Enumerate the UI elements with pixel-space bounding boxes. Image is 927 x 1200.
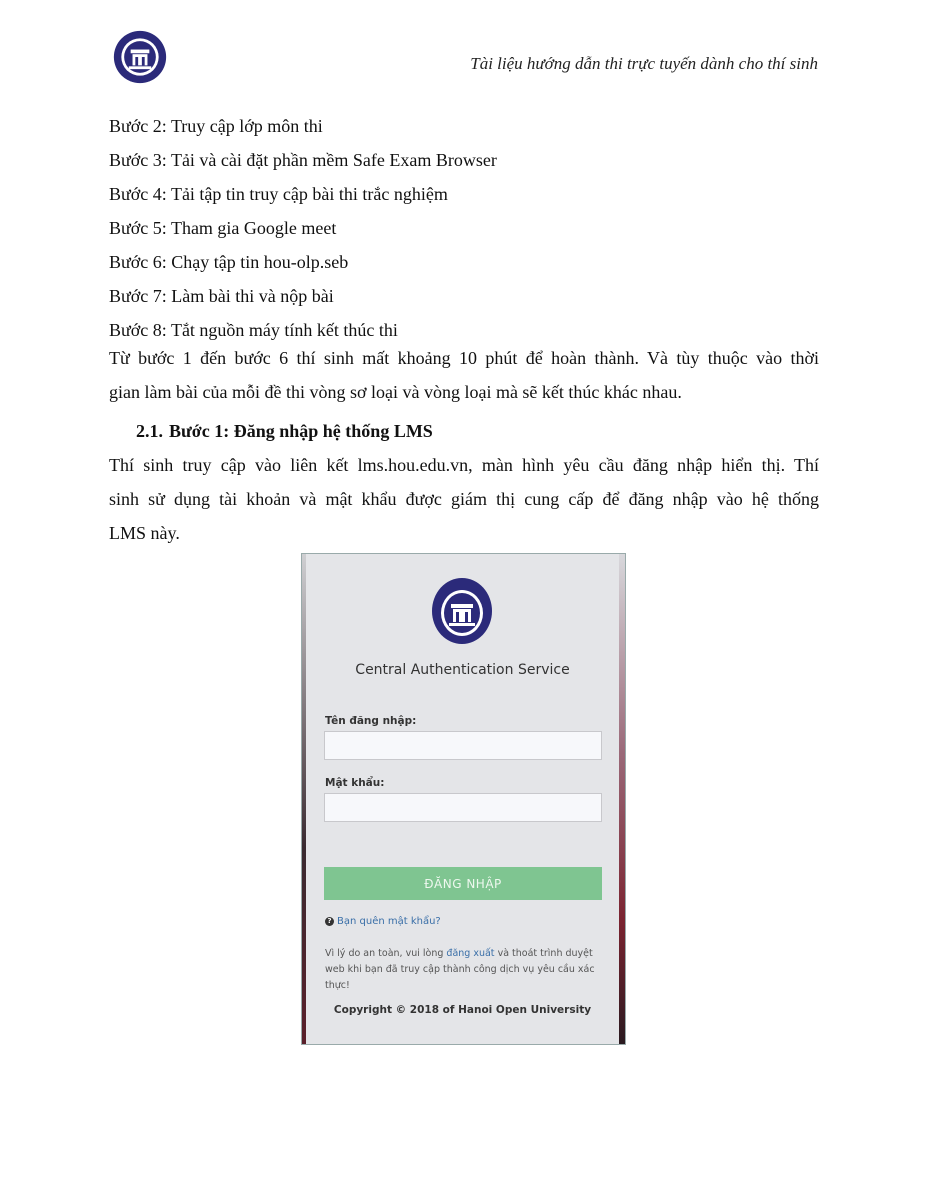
background-strip [619,554,625,1044]
step-item: Bước 7: Làm bài thi và nộp bài [109,286,334,306]
security-notice: Vì lý do an toàn, vui lòng đăng xuất và … [325,946,607,994]
notice-text: Vì lý do an toàn, vui lòng [325,948,447,959]
intro-paragraph: Thí sinh truy cập vào liên kết lms.hou.e… [109,448,819,550]
password-input[interactable] [324,793,602,822]
section-title: Bước 1: Đăng nhập hệ thống LMS [169,421,433,441]
cas-title: Central Authentication Service [355,662,570,678]
intro-line: LMS này. [109,523,180,543]
login-button[interactable]: ĐĂNG NHẬP [324,867,602,900]
university-logo-icon [113,30,167,84]
forgot-password-label: Bạn quên mật khẩu? [337,916,441,927]
university-logo-icon [432,578,492,644]
step-item: Bước 3: Tải và cài đặt phần mềm Safe Exa… [109,150,497,170]
logout-link[interactable]: đăng xuất [446,948,494,959]
steps-list: Bước 2: Truy cập lớp môn thi Bước 3: Tải… [109,109,819,347]
intro-line: sinh sử dụng tài khoản và mật khẩu được … [109,489,819,509]
section-heading: 2.1. Bước 1: Đăng nhập hệ thống LMS [136,414,433,448]
login-screenshot: Central Authentication Service Tên đăng … [301,553,626,1045]
password-label: Mật khẩu: [325,777,385,789]
header-title: Tài liệu hướng dẫn thi trực tuyến dành c… [470,54,818,73]
step-item: Bước 6: Chạy tập tin hou-olp.seb [109,252,349,272]
step-item: Bước 2: Truy cập lớp môn thi [109,116,323,136]
step-item: Bước 4: Tải tập tin truy cập bài thi trắ… [109,184,448,204]
intro-line: Thí sinh truy cập vào liên kết lms.hou.e… [109,455,819,475]
username-input[interactable] [324,731,602,760]
question-circle-icon: ? [325,917,334,926]
section-number: 2.1. [136,421,163,441]
summary-paragraph: Từ bước 1 đến bước 6 thí sinh mất khoảng… [109,341,819,409]
summary-line: Từ bước 1 đến bước 6 thí sinh mất khoảng… [109,348,819,368]
login-card: Central Authentication Service Tên đăng … [306,554,619,1044]
copyright-text: Copyright © 2018 of Hanoi Open Universit… [333,1004,592,1016]
username-label: Tên đăng nhập: [325,715,417,727]
forgot-password-link[interactable]: ? Bạn quên mật khẩu? [325,916,441,927]
step-item: Bước 5: Tham gia Google meet [109,218,337,238]
summary-line: gian làm bài của mỗi đề thi vòng sơ loại… [109,382,682,402]
